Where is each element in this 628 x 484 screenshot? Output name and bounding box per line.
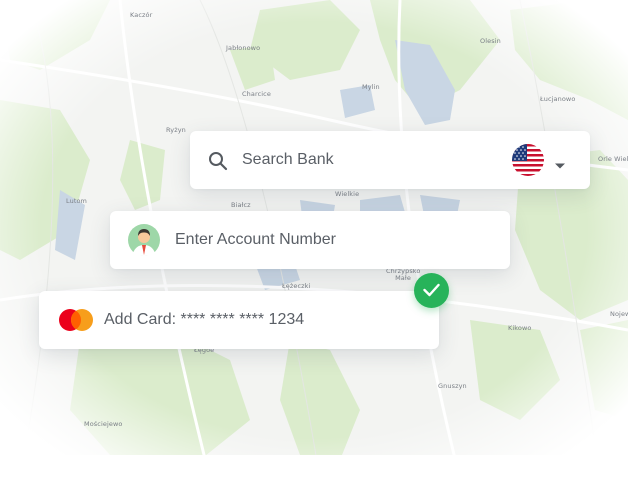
map-label: Ryżyn bbox=[166, 126, 186, 134]
add-card-field[interactable]: Add Card: **** **** **** 1234 bbox=[39, 291, 439, 349]
map-label: Chrzypsko Małe bbox=[386, 267, 421, 282]
account-number-placeholder: Enter Account Number bbox=[175, 231, 336, 248]
search-bank-placeholder: Search Bank bbox=[242, 151, 334, 168]
add-card-label: Add Card: **** **** **** 1234 bbox=[104, 311, 305, 328]
map-label: Mościejewo bbox=[84, 420, 123, 428]
map-label: Łężeczki bbox=[282, 282, 311, 290]
map-label: Lutom bbox=[66, 197, 87, 205]
us-flag-icon[interactable] bbox=[512, 144, 544, 176]
mastercard-icon bbox=[58, 308, 94, 332]
map-label: Kaczór bbox=[130, 11, 153, 19]
map-label: Mylin bbox=[362, 83, 380, 91]
search-bank-field[interactable]: Search Bank bbox=[190, 131, 590, 189]
map-label: Gnuszyn bbox=[438, 382, 467, 390]
map-label: Kikowo bbox=[508, 324, 532, 332]
map-label: Charcice bbox=[242, 90, 271, 98]
map-label: Łucjanowo bbox=[540, 95, 576, 103]
caret-down-icon[interactable] bbox=[554, 157, 566, 169]
map-label: Olesin bbox=[480, 37, 501, 45]
map-label: Orle Wielkie bbox=[598, 155, 628, 163]
search-icon bbox=[208, 151, 228, 171]
account-number-field[interactable]: Enter Account Number bbox=[110, 211, 510, 269]
user-avatar-icon bbox=[128, 224, 160, 256]
check-icon bbox=[414, 273, 449, 308]
map-label: Nojewo bbox=[610, 310, 628, 318]
map-label: Jabłonowo bbox=[226, 44, 261, 52]
map-label: Wielkie bbox=[335, 190, 360, 198]
map-label: Białcz bbox=[231, 201, 251, 209]
